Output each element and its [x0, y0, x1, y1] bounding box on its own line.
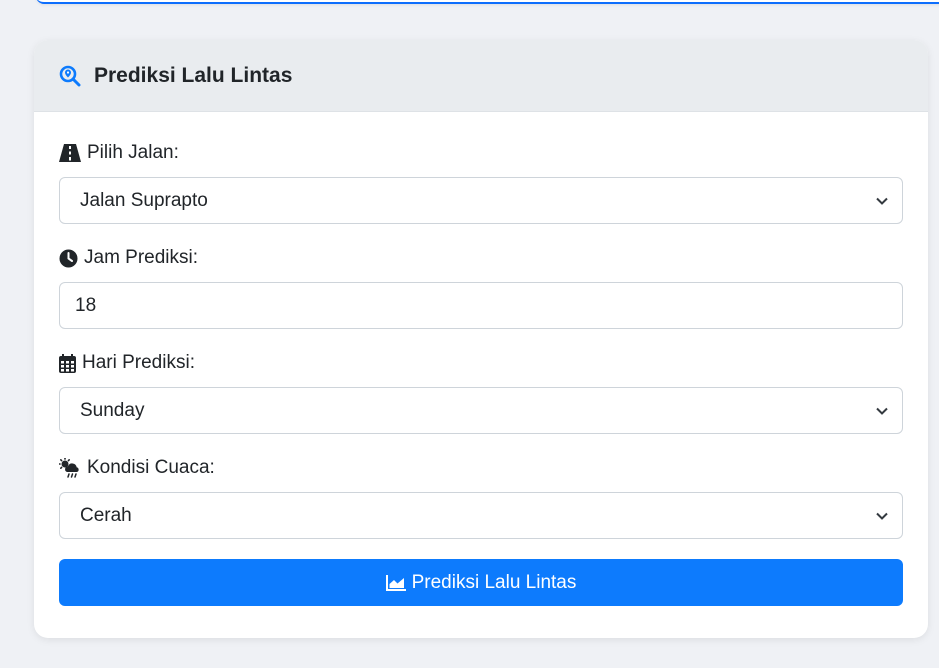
card-title: Prediksi Lalu Lintas	[94, 63, 293, 87]
hour-input[interactable]: 18	[59, 282, 903, 329]
weather-select-value: Cerah	[80, 504, 132, 526]
clock-icon	[59, 249, 78, 268]
weather-field: Kondisi Cuaca: Cerah	[59, 455, 903, 539]
card-header: Prediksi Lalu Lintas	[34, 40, 928, 112]
road-label: Pilih Jalan:	[59, 140, 903, 166]
chevron-down-icon	[876, 197, 888, 205]
prediction-card: Prediksi Lalu Lintas Pilih Jalan: Jalan …	[34, 40, 928, 638]
hour-label: Jam Prediksi:	[59, 245, 903, 271]
chevron-down-icon	[876, 407, 888, 415]
day-field: Hari Prediksi: Sunday	[59, 350, 903, 434]
predict-button[interactable]: Prediksi Lalu Lintas	[59, 559, 903, 606]
road-select-value: Jalan Suprapto	[80, 189, 208, 211]
hour-label-text: Jam Prediksi:	[84, 247, 199, 268]
card-body: Pilih Jalan: Jalan Suprapto Jam Prediksi…	[34, 112, 928, 606]
weather-label-text: Kondisi Cuaca:	[87, 457, 215, 478]
day-label: Hari Prediksi:	[59, 350, 903, 376]
day-select-value: Sunday	[80, 399, 145, 421]
road-select[interactable]: Jalan Suprapto	[59, 177, 903, 224]
road-label-text: Pilih Jalan:	[87, 142, 179, 163]
top-card-edge	[36, 0, 939, 4]
hour-field: Jam Prediksi: 18	[59, 245, 903, 329]
weather-label: Kondisi Cuaca:	[59, 455, 903, 481]
road-field: Pilih Jalan: Jalan Suprapto	[59, 140, 903, 224]
day-label-text: Hari Prediksi:	[82, 352, 195, 373]
chevron-down-icon	[876, 512, 888, 520]
weather-select[interactable]: Cerah	[59, 492, 903, 539]
cloud-sun-rain-icon	[59, 458, 81, 478]
predict-button-label: Prediksi Lalu Lintas	[411, 571, 577, 593]
chart-area-icon	[385, 574, 406, 591]
calendar-icon	[59, 353, 76, 373]
search-location-icon	[59, 65, 81, 87]
day-select[interactable]: Sunday	[59, 387, 903, 434]
hour-input-value: 18	[75, 294, 97, 316]
road-icon	[59, 144, 81, 162]
